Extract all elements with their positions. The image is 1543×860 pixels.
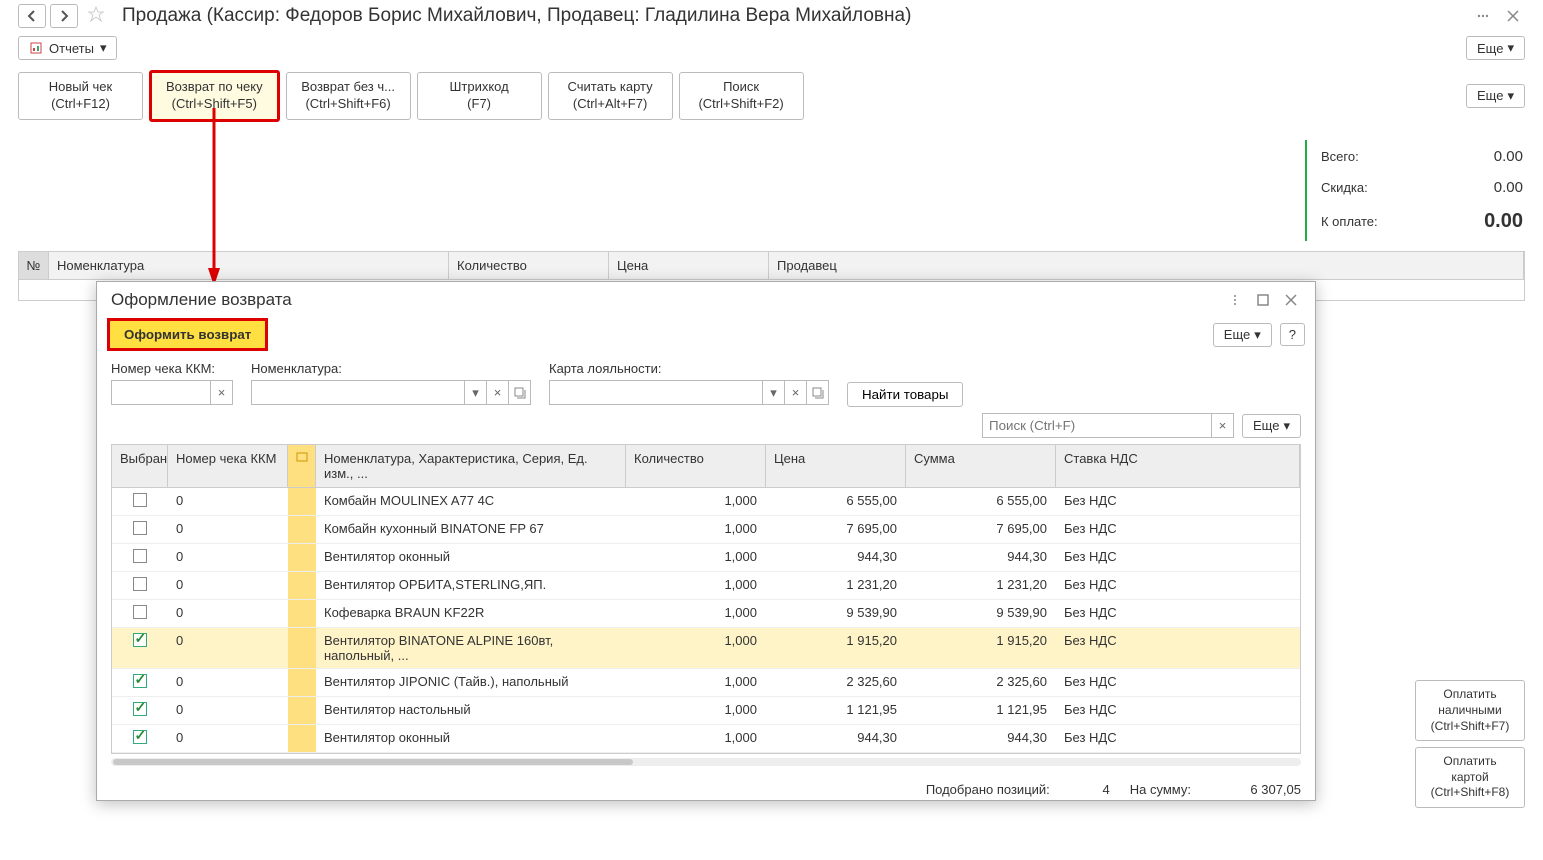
row-checkbox[interactable]: [133, 521, 147, 535]
footer-count-label: Подобрано позиций:: [926, 782, 1050, 797]
report-icon: [29, 41, 43, 55]
search-input[interactable]: [982, 413, 1212, 438]
col-seller[interactable]: Продавец: [769, 252, 1524, 279]
pay-card-button[interactable]: Оплатить картой (Ctrl+Shift+F8): [1415, 747, 1525, 808]
row-checkbox[interactable]: [133, 493, 147, 507]
row-checkbox[interactable]: [133, 549, 147, 563]
col-nom[interactable]: Номенклатура: [49, 252, 449, 279]
col-icon[interactable]: [288, 445, 316, 487]
row-checkbox[interactable]: [133, 577, 147, 591]
row-checkbox[interactable]: [133, 633, 147, 647]
dialog-menu-icon[interactable]: [1225, 290, 1245, 310]
kkm-label: Номер чека ККМ:: [111, 361, 233, 376]
table-row[interactable]: 0Вентилятор настольный1,0001 121,951 121…: [112, 697, 1300, 725]
table-row[interactable]: 0Комбайн MOULINEX A77 4C1,0006 555,006 5…: [112, 488, 1300, 516]
card-input[interactable]: [549, 380, 763, 405]
footer-sum-value: 6 307,05: [1211, 782, 1301, 797]
maximize-icon[interactable]: [1253, 290, 1273, 310]
col-kkm[interactable]: Номер чека ККМ: [168, 445, 288, 487]
col-vat[interactable]: Ставка НДС: [1056, 445, 1300, 487]
col-price[interactable]: Цена: [609, 252, 769, 279]
col-qty[interactable]: Количество: [449, 252, 609, 279]
clear-nom-button[interactable]: ×: [487, 380, 509, 405]
chevron-down-icon: ▾: [1283, 418, 1290, 434]
menu-icon[interactable]: [1471, 4, 1495, 28]
page-title: Продажа (Кассир: Федоров Борис Михайлови…: [122, 5, 1467, 27]
card-dropdown-button[interactable]: ▾: [763, 380, 785, 405]
horizontal-scrollbar[interactable]: [111, 758, 1301, 766]
due-value: 0.00: [1415, 204, 1523, 239]
favorite-icon[interactable]: [88, 6, 108, 26]
nom-dropdown-button[interactable]: ▾: [465, 380, 487, 405]
clear-search-button[interactable]: ×: [1212, 413, 1234, 438]
total-label: Всего:: [1321, 142, 1413, 171]
table-row[interactable]: 0Кофеварка BRAUN KF22R1,0009 539,909 539…: [112, 600, 1300, 628]
discount-label: Скидка:: [1321, 173, 1413, 202]
forward-button[interactable]: [50, 4, 78, 28]
row-checkbox[interactable]: [133, 730, 147, 744]
chevron-down-icon: ▾: [100, 40, 107, 56]
dialog-more-button[interactable]: Еще ▾: [1213, 323, 1272, 347]
return-no-check-button[interactable]: Возврат без ч...(Ctrl+Shift+F6): [286, 72, 411, 120]
col-price[interactable]: Цена: [766, 445, 906, 487]
pay-cash-button[interactable]: Оплатить наличными (Ctrl+Shift+F7): [1415, 680, 1525, 741]
return-dialog: Оформление возврата Оформить возврат Еще…: [96, 281, 1316, 801]
discount-value: 0.00: [1415, 173, 1523, 202]
reports-button[interactable]: Отчеты ▾: [18, 36, 117, 60]
clear-kkm-button[interactable]: ×: [211, 380, 233, 405]
arrow-right-icon: [58, 10, 70, 22]
read-card-button[interactable]: Считать карту(Ctrl+Alt+F7): [548, 72, 673, 120]
return-by-check-button[interactable]: Возврат по чеку(Ctrl+Shift+F5): [149, 70, 280, 122]
close-dialog-icon[interactable]: [1281, 290, 1301, 310]
back-button[interactable]: [18, 4, 46, 28]
table-more-button[interactable]: Еще ▾: [1242, 414, 1301, 438]
find-goods-button[interactable]: Найти товары: [847, 382, 963, 407]
barcode-button[interactable]: Штрихкод(F7): [417, 72, 542, 120]
total-value: 0.00: [1415, 142, 1523, 171]
chevron-down-icon: ▾: [1254, 327, 1261, 343]
col-quantity[interactable]: Количество: [626, 445, 766, 487]
chevron-down-icon: ▾: [1507, 40, 1514, 56]
col-nomenclature[interactable]: Номенклатура, Характеристика, Серия, Ед.…: [316, 445, 626, 487]
nom-label: Номенклатура:: [251, 361, 531, 376]
table-row[interactable]: 0Вентилятор BINATONE ALPINE 160вт, напол…: [112, 628, 1300, 669]
nom-input[interactable]: [251, 380, 465, 405]
row-checkbox[interactable]: [133, 605, 147, 619]
row-checkbox[interactable]: [133, 674, 147, 688]
footer-sum-label: На сумму:: [1130, 782, 1191, 797]
more-button-top[interactable]: Еще ▾: [1466, 36, 1525, 60]
col-selected[interactable]: Выбран: [112, 445, 168, 487]
reports-label: Отчеты: [49, 41, 94, 56]
dialog-title: Оформление возврата: [111, 290, 1225, 310]
due-label: К оплате:: [1321, 204, 1413, 239]
return-table: Выбран Номер чека ККМ Номенклатура, Хара…: [111, 444, 1301, 754]
table-row[interactable]: 0Вентилятор оконный1,000944,30944,30Без …: [112, 725, 1300, 753]
process-return-button[interactable]: Оформить возврат: [107, 318, 268, 351]
close-icon[interactable]: [1501, 4, 1525, 28]
table-row[interactable]: 0Вентилятор ОРБИТА,STERLING,ЯП.1,0001 23…: [112, 572, 1300, 600]
open-nom-button[interactable]: [509, 380, 531, 405]
more-button-actions[interactable]: Еще▾: [1466, 84, 1525, 108]
arrow-left-icon: [26, 10, 38, 22]
chevron-down-icon: ▾: [1507, 88, 1514, 104]
col-num: №: [19, 252, 49, 279]
help-button[interactable]: ?: [1280, 323, 1305, 346]
card-label: Карта лояльности:: [549, 361, 829, 376]
col-sum[interactable]: Сумма: [906, 445, 1056, 487]
table-row[interactable]: 0Вентилятор оконный1,000944,30944,30Без …: [112, 544, 1300, 572]
table-row[interactable]: 0Комбайн кухонный BINATONE FP 671,0007 6…: [112, 516, 1300, 544]
clear-card-button[interactable]: ×: [785, 380, 807, 405]
kkm-input[interactable]: [111, 380, 211, 405]
row-checkbox[interactable]: [133, 702, 147, 716]
new-check-button[interactable]: Новый чек(Ctrl+F12): [18, 72, 143, 120]
footer-count-value: 4: [1070, 782, 1110, 797]
search-button[interactable]: Поиск(Ctrl+Shift+F2): [679, 72, 804, 120]
open-card-button[interactable]: [807, 380, 829, 405]
table-row[interactable]: 0Вентилятор JIPONIC (Тайв.), напольный1,…: [112, 669, 1300, 697]
